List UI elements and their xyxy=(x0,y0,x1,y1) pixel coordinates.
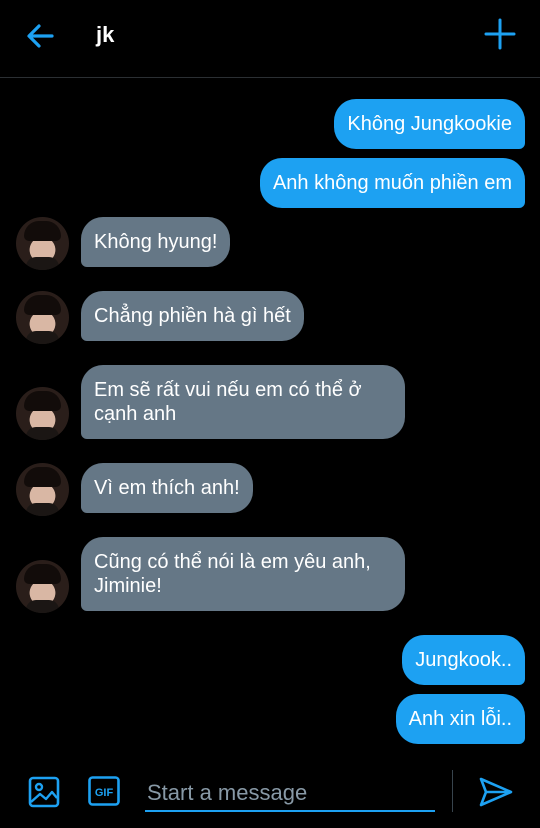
message-bubble-incoming[interactable]: Vì em thích anh! xyxy=(81,463,253,513)
message-bubble-incoming[interactable]: Không hyung! xyxy=(81,217,231,267)
send-button[interactable] xyxy=(478,776,514,808)
message-bubble-incoming[interactable]: Chẳng phiền hà gì hết xyxy=(81,291,304,341)
message-input[interactable] xyxy=(145,776,435,812)
avatar[interactable] xyxy=(16,560,69,613)
message-bubble-outgoing[interactable]: Jungkook.. xyxy=(402,635,525,685)
message-bubble-outgoing[interactable]: Không Jungkookie xyxy=(334,99,525,149)
message-bubble-outgoing[interactable]: Anh không muốn phiền em xyxy=(259,158,525,208)
conversation-header: jk xyxy=(0,0,540,78)
conversation-title[interactable]: jk xyxy=(96,22,114,48)
avatar[interactable] xyxy=(16,291,69,344)
gif-label: GIF xyxy=(95,787,114,799)
image-icon xyxy=(28,776,60,808)
plus-icon xyxy=(484,18,516,50)
send-icon xyxy=(479,777,513,807)
message-thread[interactable]: Không Jungkookie Anh không muốn phiền em… xyxy=(0,79,540,747)
back-button[interactable] xyxy=(22,18,62,54)
avatar[interactable] xyxy=(16,387,69,440)
message-bubble-incoming[interactable]: Cũng có thể nói là em yêu anh, Jiminie! xyxy=(81,537,405,611)
add-participant-button[interactable] xyxy=(482,16,518,52)
message-bubble-outgoing[interactable]: Anh xin lỗi.. xyxy=(395,694,525,744)
gif-icon: GIF xyxy=(88,776,120,806)
avatar[interactable] xyxy=(16,463,69,516)
add-photo-button[interactable] xyxy=(28,776,60,808)
arrow-left-icon xyxy=(27,24,54,48)
add-gif-button[interactable]: GIF xyxy=(88,776,120,806)
message-composer: GIF xyxy=(0,756,540,828)
avatar[interactable] xyxy=(16,217,69,270)
message-bubble-incoming[interactable]: Em sẽ rất vui nếu em có thể ở cạnh anh xyxy=(81,365,405,439)
divider xyxy=(452,770,453,812)
